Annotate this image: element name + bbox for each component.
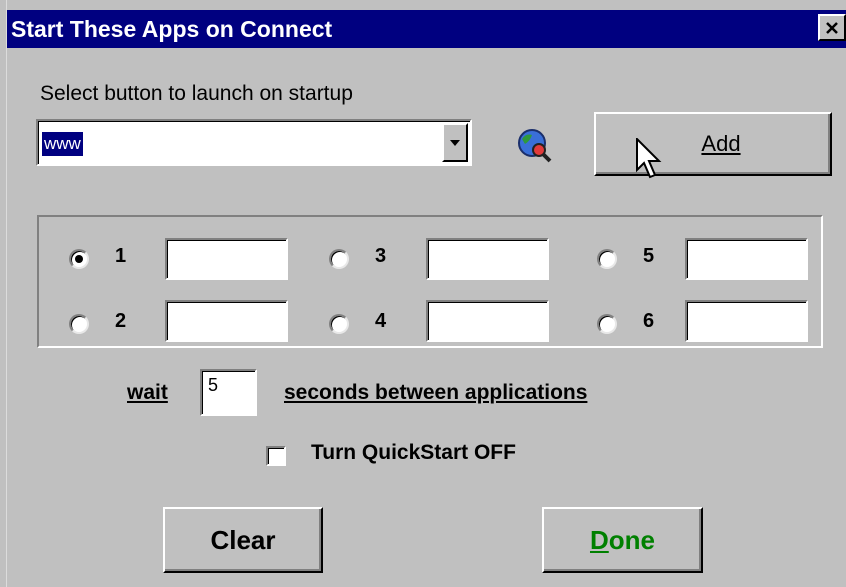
wait-seconds-input[interactable]: 5 [200, 369, 257, 416]
title-bar[interactable]: Start These Apps on Connect [7, 10, 846, 48]
quickstart-off-label[interactable]: Turn QuickStart OFF [311, 441, 516, 465]
slot-1-radio[interactable] [69, 249, 89, 269]
add-button-label: Add [701, 131, 741, 156]
close-button[interactable] [818, 14, 846, 41]
chevron-down-icon [450, 139, 460, 146]
add-button[interactable]: Add [594, 112, 832, 176]
close-icon [826, 21, 838, 34]
wait-label: wait [127, 381, 168, 404]
app-slots-group: 1 2 3 4 5 6 [37, 215, 823, 348]
window-title: Start These Apps on Connect [11, 16, 333, 42]
slot-3-field[interactable] [426, 238, 549, 280]
slot-4-number: 4 [375, 310, 387, 332]
app-select-dropdown[interactable]: www [36, 119, 472, 166]
slot-1-field[interactable] [165, 238, 288, 280]
done-button[interactable]: Done [542, 507, 703, 573]
app-select-value: www [42, 132, 83, 156]
seconds-label: seconds between applications [284, 381, 588, 404]
slot-1-number: 1 [115, 245, 127, 267]
slot-5-field[interactable] [685, 238, 808, 280]
slot-6-number: 6 [643, 310, 655, 332]
slot-3-radio[interactable] [329, 249, 349, 269]
slot-4-field[interactable] [426, 300, 549, 342]
slot-5-radio[interactable] [597, 249, 617, 269]
slot-3-number: 3 [375, 245, 387, 267]
slot-6-field[interactable] [685, 300, 808, 342]
launch-label: Select button to launch on startup [40, 82, 353, 105]
clear-button[interactable]: Clear [163, 507, 323, 573]
window-edge [0, 0, 7, 587]
slot-6-radio[interactable] [597, 314, 617, 334]
slot-5-number: 5 [643, 245, 655, 267]
slot-2-number: 2 [115, 310, 127, 332]
slot-2-field[interactable] [165, 300, 288, 342]
done-button-label: Done [589, 524, 655, 555]
quickstart-off-checkbox[interactable] [266, 446, 286, 466]
globe-magnifier-icon [518, 129, 552, 163]
slot-4-radio[interactable] [329, 314, 349, 334]
dropdown-arrow-button[interactable] [442, 123, 468, 162]
clear-button-label: Clear [210, 524, 276, 555]
mouse-pointer-icon [636, 138, 662, 179]
slot-2-radio[interactable] [69, 314, 89, 334]
